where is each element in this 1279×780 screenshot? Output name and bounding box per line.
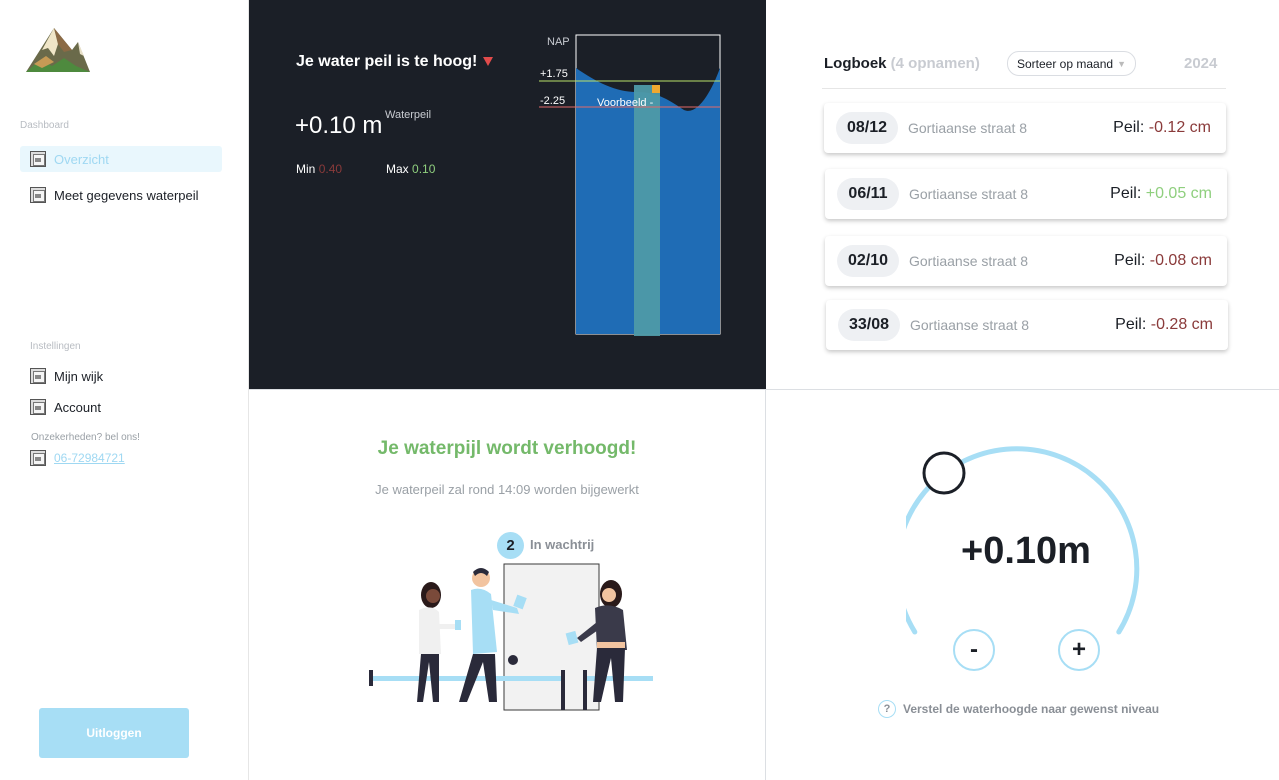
target-level-value: +0.10m: [961, 530, 1091, 572]
measurement-icon: [30, 187, 46, 203]
adjust-hint: ? Verstel de waterhoogde naar gewenst ni…: [878, 700, 1159, 718]
chevron-down-icon: ▼: [1117, 58, 1126, 69]
log-date: 08/12: [836, 112, 898, 144]
log-entry[interactable]: 33/08 Gortiaanse straat 8 Peil: -0.28 cm: [826, 300, 1228, 350]
lower-tick-label: -2.25: [540, 95, 565, 107]
max-value: 0.10: [412, 162, 436, 176]
peil-value: -0.28 cm: [1150, 316, 1213, 333]
queue-status: In wachtrij: [530, 537, 595, 552]
min-value: 0.40: [318, 162, 343, 176]
help-icon[interactable]: ?: [878, 700, 896, 718]
logbook-title-text: Logboek: [824, 55, 887, 72]
queue-position-badge: 2: [497, 532, 524, 559]
alert-title-text: Je water peil is te hoog!: [296, 53, 478, 70]
queue-panel: Je waterpijl wordt verhoogd! Je waterpei…: [249, 390, 765, 780]
sidebar-item-overzicht[interactable]: Overzicht: [20, 146, 222, 172]
log-entry[interactable]: 02/10 Gortiaanse straat 8 Peil: -0.08 cm: [825, 236, 1227, 286]
logbook-panel: Logboek (4 opnamen) Sorteer op maand ▼ 2…: [766, 0, 1279, 390]
logout-button[interactable]: Uitloggen: [39, 708, 189, 758]
phone-link[interactable]: 06-72984721: [54, 451, 125, 465]
peil-value: +0.05 cm: [1145, 185, 1212, 202]
log-date: 06/11: [837, 178, 899, 210]
nap-axis-label: NAP: [547, 36, 570, 48]
account-icon: [30, 399, 46, 415]
queue-subtitle: Je waterpeil zal rond 14:09 worden bijge…: [375, 482, 639, 497]
phone-icon: [30, 450, 46, 466]
logbook-year: 2024: [1184, 55, 1218, 72]
water-level-status-panel: Je water peil is te hoog! +0.10 m Waterp…: [249, 0, 766, 390]
upper-tick-label: +1.75: [540, 68, 568, 80]
logbook-title: Logboek (4 opnamen): [824, 55, 980, 72]
log-date: 33/08: [838, 309, 900, 341]
sidebar-item-label: Mijn wijk: [54, 368, 104, 384]
max-readout: Max 0.10: [386, 162, 435, 176]
sidebar: Dashboard Overzicht Meet gegevens waterp…: [0, 0, 249, 780]
people-queue-illustration-icon: [369, 563, 653, 711]
alert-title: Je water peil is te hoog!: [296, 53, 494, 71]
log-entry[interactable]: 06/11 Gortiaanse straat 8 Peil: +0.05 cm: [825, 169, 1227, 219]
log-address: Gortiaanse straat 8: [910, 317, 1030, 333]
overview-icon: [30, 151, 46, 167]
help-text: Onzekerheden? bel ons!: [31, 432, 140, 443]
example-label: Voorbeeld -: [597, 97, 654, 109]
hint-text: Verstel de waterhoogde naar gewenst nive…: [903, 702, 1160, 716]
example-bar: [634, 85, 660, 336]
logbook-count: (4 opnamen): [890, 55, 980, 72]
sort-label: Sorteer op maand: [1017, 56, 1114, 71]
log-address: Gortiaanse straat 8: [909, 186, 1029, 202]
sidebar-item-label: Account: [54, 399, 101, 415]
log-date: 02/10: [837, 245, 899, 277]
mountain-logo-icon: [26, 28, 90, 72]
arrow-down-icon: [483, 57, 494, 67]
log-peil: Peil: -0.08 cm: [1114, 252, 1212, 270]
sidebar-item-account[interactable]: Account: [20, 394, 222, 420]
water-level-value: +0.10 m: [295, 112, 383, 139]
min-readout: Min 0.40: [296, 162, 342, 176]
peil-label: Peil:: [1113, 119, 1145, 136]
neighborhood-icon: [30, 368, 46, 384]
log-peil: Peil: -0.28 cm: [1115, 316, 1213, 334]
log-peil: Peil: -0.12 cm: [1113, 119, 1211, 137]
dial-handle[interactable]: [922, 451, 966, 495]
divider: [822, 88, 1226, 89]
sidebar-item-meet-gegevens[interactable]: Meet gegevens waterpeil: [20, 182, 222, 208]
max-label: Max: [386, 162, 409, 176]
log-address: Gortiaanse straat 8: [909, 253, 1029, 269]
settings-section-label: Instellingen: [30, 341, 81, 352]
phone-item[interactable]: 06-72984721: [20, 445, 222, 471]
water-column-chart: NAP +1.75 -2.25 Voorbeeld -: [539, 34, 721, 336]
peil-label: Peil:: [1115, 316, 1147, 333]
peil-value: -0.12 cm: [1148, 119, 1211, 136]
sidebar-item-mijn-wijk[interactable]: Mijn wijk: [20, 363, 222, 389]
min-label: Min: [296, 162, 316, 176]
decrease-button[interactable]: -: [953, 629, 995, 671]
log-address: Gortiaanse straat 8: [908, 120, 1028, 136]
peil-label: Peil:: [1114, 252, 1146, 269]
example-marker: [652, 85, 660, 93]
log-peil: Peil: +0.05 cm: [1110, 185, 1212, 203]
water-adjust-panel: +0.10m - + ? Verstel de waterhoogde naar…: [766, 390, 1279, 780]
peil-value: -0.08 cm: [1149, 252, 1212, 269]
sidebar-item-label: Overzicht: [54, 151, 109, 167]
sort-dropdown[interactable]: Sorteer op maand ▼: [1007, 51, 1136, 76]
dashboard-section-label: Dashboard: [20, 120, 69, 131]
log-entry[interactable]: 08/12 Gortiaanse straat 8 Peil: -0.12 cm: [824, 103, 1226, 153]
increase-button[interactable]: +: [1058, 629, 1100, 671]
app: Dashboard Overzicht Meet gegevens waterp…: [0, 0, 1279, 780]
sidebar-item-label: Meet gegevens waterpeil: [54, 187, 199, 203]
water-level-label: Waterpeil: [385, 109, 432, 121]
peil-label: Peil:: [1110, 185, 1142, 202]
queue-title: Je waterpijl wordt verhoogd!: [377, 438, 637, 459]
